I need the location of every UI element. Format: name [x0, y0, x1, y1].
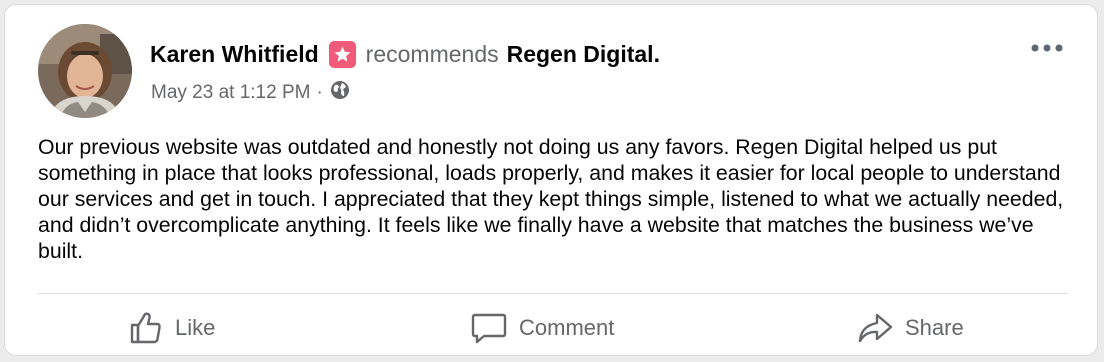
recommends-label: recommends [365, 40, 499, 67]
like-label: Like [175, 315, 216, 340]
author-name[interactable]: Karen Whitfield [150, 41, 319, 68]
share-label: Share [905, 315, 964, 340]
comment-button[interactable]: Comment [471, 309, 614, 347]
post-header: Karen Whitfield recommends Regen Digital… [150, 37, 660, 71]
page-name[interactable]: Regen Digital. [507, 41, 660, 68]
more-options-icon[interactable] [1029, 33, 1065, 63]
timestamp[interactable]: May 23 at 1:12 PM [151, 82, 310, 104]
comment-label: Comment [519, 315, 615, 340]
like-icon [130, 312, 161, 344]
share-icon [858, 313, 893, 343]
share-button[interactable]: Share [857, 309, 964, 347]
comment-icon [471, 313, 507, 344]
action-divider [38, 293, 1068, 294]
post-card: Karen Whitfield recommends Regen Digital… [4, 4, 1098, 356]
recommend-star-icon [328, 40, 356, 68]
meta-separator: · [316, 82, 323, 103]
post-body: Our previous website was outdated and ho… [38, 135, 1064, 263]
avatar[interactable] [38, 24, 132, 118]
like-button[interactable]: Like [129, 309, 215, 347]
post-meta: May 23 at 1:12 PM · [151, 80, 350, 106]
avatar-image [38, 24, 132, 118]
globe-icon [330, 80, 350, 106]
